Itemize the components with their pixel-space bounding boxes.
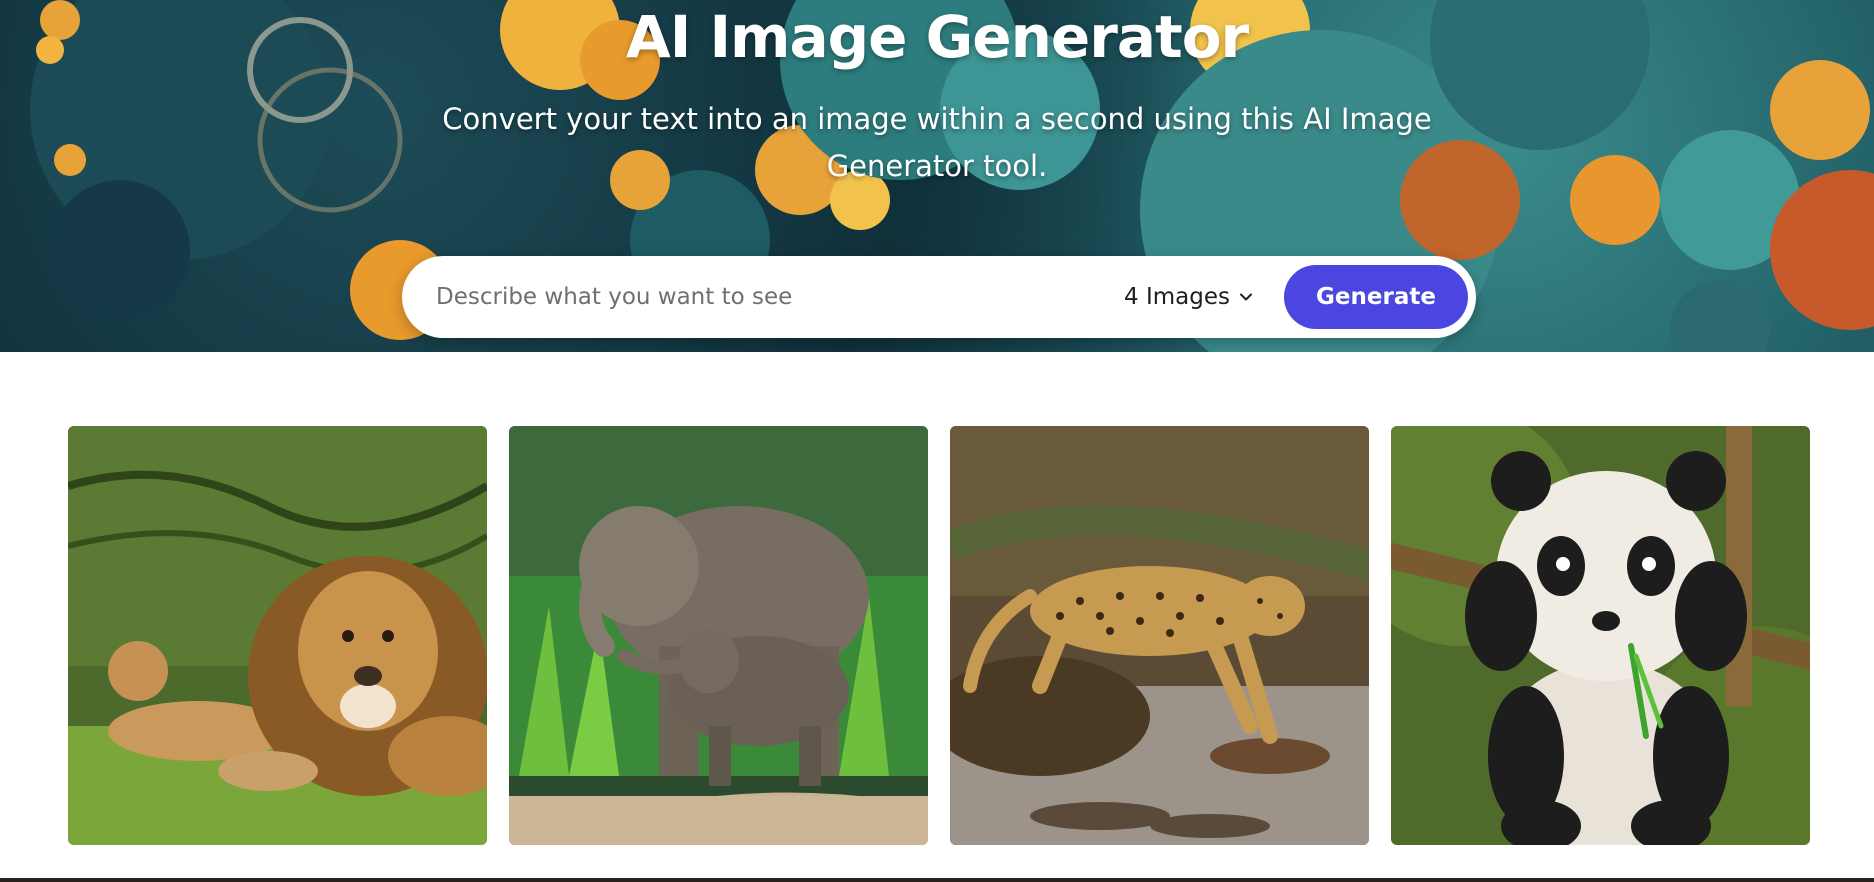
- gallery-image-panda[interactable]: [1391, 426, 1810, 845]
- prompt-bar: 4 Images Generate: [402, 256, 1476, 338]
- image-gallery: [68, 426, 1810, 845]
- image-count-select[interactable]: 4 Images: [1124, 284, 1254, 310]
- panda-cub-image: [1391, 426, 1810, 845]
- gallery-image-leopard[interactable]: [950, 426, 1369, 845]
- lion-image: [68, 426, 487, 845]
- prompt-input[interactable]: [402, 267, 1125, 327]
- image-count-value: 4 Images: [1124, 284, 1230, 310]
- page-title: AI Image Generator: [625, 3, 1249, 71]
- generate-button[interactable]: Generate: [1284, 265, 1468, 329]
- elephant-image: [509, 426, 928, 845]
- chevron-down-icon: [1240, 293, 1252, 301]
- leopard-image: [950, 426, 1369, 845]
- gallery-image-elephant[interactable]: [509, 426, 928, 845]
- hero-banner: AI Image Generator Convert your text int…: [0, 0, 1874, 352]
- gallery-image-lion[interactable]: [68, 426, 487, 845]
- bottom-divider: [0, 878, 1874, 882]
- page-subtitle: Convert your text into an image within a…: [442, 102, 1432, 183]
